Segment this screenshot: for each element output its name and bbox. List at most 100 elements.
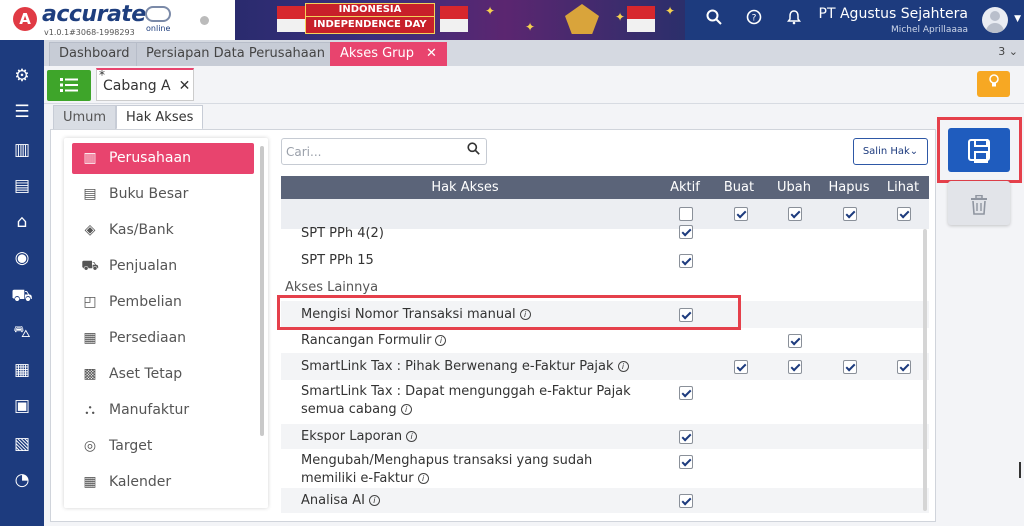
permission-checkbox[interactable] xyxy=(788,334,802,348)
category-label: Pembelian xyxy=(109,294,182,310)
app-logo[interactable]: A accurate online v1.0.1#3068-1998293 xyxy=(0,0,235,40)
permission-checkbox[interactable] xyxy=(897,360,911,374)
tab-umum[interactable]: Umum xyxy=(53,105,117,130)
bell-icon[interactable] xyxy=(783,9,805,31)
header-aktif: Aktif xyxy=(670,180,700,195)
ledger-icon[interactable]: ☰ xyxy=(10,100,34,124)
flag-icon xyxy=(440,6,468,32)
close-icon[interactable]: ✕ xyxy=(426,46,437,61)
select-all-checkbox[interactable] xyxy=(734,207,748,221)
category-scrollbar[interactable] xyxy=(260,146,264,436)
permission-checkbox[interactable] xyxy=(734,360,748,374)
category-persediaan[interactable]: ▦ Persediaan xyxy=(72,323,254,354)
info-icon[interactable]: i xyxy=(417,473,429,484)
purchase-cart-icon[interactable]: ⛍ xyxy=(10,320,34,344)
select-all-checkbox[interactable] xyxy=(843,207,857,221)
save-button[interactable] xyxy=(948,128,1010,172)
permission-checkbox[interactable] xyxy=(679,308,693,322)
row-label-text: Analisa AI xyxy=(301,493,365,508)
main-tab-bar: Dashboard Persiapan Data Perusahaan Akse… xyxy=(44,40,1024,66)
row-label: Akses Lainnya xyxy=(285,279,635,297)
table-scrollbar[interactable] xyxy=(923,229,927,511)
select-all-checkbox[interactable] xyxy=(897,207,911,221)
help-icon[interactable]: ? xyxy=(743,9,765,31)
category-buku-besar[interactable]: ▤ Buku Besar xyxy=(72,179,254,210)
table-row: Analisa AI i xyxy=(281,488,929,513)
banner-title: INDONESIA INDEPENDENCE DAY xyxy=(305,3,435,34)
category-kalender[interactable]: ▦ Kalender xyxy=(72,467,254,498)
permission-checkbox[interactable] xyxy=(679,430,693,444)
cart-icon[interactable]: ⛟ xyxy=(10,284,34,308)
category-manufaktur[interactable]: ⛬ Manufaktur xyxy=(72,395,254,426)
table-section-header: Akses Lainnya xyxy=(281,274,929,301)
header-actions: ? PT Agustus Sejahtera Michel Aprillaaaa… xyxy=(685,0,1024,40)
category-label: Perusahaan xyxy=(109,150,191,166)
bank-icon[interactable]: ⌂ xyxy=(10,210,34,234)
salin-hak-button[interactable]: Salin Hak⌄ xyxy=(853,138,928,165)
category-kas-bank[interactable]: ◈ Kas/Bank xyxy=(72,215,254,246)
list-button[interactable] xyxy=(47,70,91,101)
building-icon: ▥ xyxy=(83,150,97,166)
conveyor-icon[interactable]: ▣ xyxy=(10,394,34,418)
money-bag-icon[interactable]: ◉ xyxy=(10,246,34,270)
select-all-checkbox[interactable] xyxy=(788,207,802,221)
info-icon[interactable]: i xyxy=(617,361,629,372)
category-target[interactable]: ◎ Target xyxy=(72,431,254,462)
tab-persiapan-data[interactable]: Persiapan Data Perusahaan xyxy=(136,42,335,66)
search-icon[interactable] xyxy=(467,142,480,159)
search-input[interactable] xyxy=(286,142,456,161)
tab-cabang-a[interactable]: * Cabang A ✕ xyxy=(96,68,194,101)
building-icon[interactable]: ▥ xyxy=(10,138,34,162)
category-list: ▥ Perusahaan ▤ Buku Besar ◈ Kas/Bank ⛟ Penju… xyxy=(64,138,268,508)
info-icon[interactable]: i xyxy=(400,404,412,415)
tab-akses-grup[interactable]: Akses Grup ✕ xyxy=(330,42,447,66)
header-lihat: Lihat xyxy=(886,180,920,195)
row-label-text: SmartLink Tax : Pihak Berwenang e-Faktur… xyxy=(301,359,614,374)
tab-count[interactable]: 3 ⌄ xyxy=(998,45,1018,58)
search-icon[interactable] xyxy=(703,9,725,31)
status-dot xyxy=(200,16,209,25)
permission-checkbox[interactable] xyxy=(679,254,693,268)
select-all-checkbox[interactable] xyxy=(679,207,693,221)
row-label-text: SmartLink Tax : Dapat mengunggah e-Faktu… xyxy=(301,384,631,417)
delete-button[interactable] xyxy=(948,181,1010,225)
info-icon[interactable]: i xyxy=(406,431,418,442)
avatar[interactable] xyxy=(982,7,1008,33)
category-pembelian[interactable]: ◰ Pembelian xyxy=(72,287,254,318)
hak-akses-panel: ▥ Perusahaan ▤ Buku Besar ◈ Kas/Bank ⛟ Penju… xyxy=(50,129,936,522)
ledger-icon: ▤ xyxy=(83,186,97,202)
category-perusahaan[interactable]: ▥ Perusahaan xyxy=(72,143,254,174)
permission-checkbox[interactable] xyxy=(679,386,693,400)
row-label-text: Rancangan Formulir xyxy=(301,333,432,348)
unsaved-marker: * xyxy=(99,68,105,82)
info-icon[interactable]: i xyxy=(519,309,531,320)
report-icon[interactable]: ▦ xyxy=(10,358,34,382)
row-label: Ekspor Laporan i xyxy=(301,428,651,446)
subtab-label: Cabang A xyxy=(103,78,171,94)
permission-checkbox[interactable] xyxy=(679,225,693,239)
category-label: Kalender xyxy=(109,474,172,490)
book-icon[interactable]: ▤ xyxy=(10,174,34,198)
category-penjualan[interactable]: ⛟ Penjualan xyxy=(72,251,254,282)
chevron-down-icon[interactable]: ▼ xyxy=(1014,14,1021,24)
gear-icon[interactable]: ⚙ xyxy=(10,64,34,88)
tax-icon[interactable]: ▧ xyxy=(10,432,34,456)
tab-hak-akses[interactable]: Hak Akses xyxy=(116,105,204,130)
row-label: Analisa AI i xyxy=(301,492,651,510)
permission-checkbox[interactable] xyxy=(843,360,857,374)
info-icon[interactable]: i xyxy=(368,495,380,506)
tab-dashboard[interactable]: Dashboard xyxy=(49,42,140,66)
asset-icon: ▩ xyxy=(83,366,97,382)
trash-icon xyxy=(971,194,987,215)
company-name[interactable]: PT Agustus Sejahtera xyxy=(819,6,968,22)
permission-checkbox[interactable] xyxy=(679,494,693,508)
chart-icon[interactable]: ◔ xyxy=(10,468,34,492)
close-icon[interactable]: ✕ xyxy=(179,78,191,94)
info-icon[interactable]: i xyxy=(435,335,447,346)
lightbulb-icon[interactable] xyxy=(977,71,1010,97)
table-row: SmartLink Tax : Dapat mengunggah e-Faktu… xyxy=(281,380,929,424)
category-aset-tetap[interactable]: ▩ Aset Tetap xyxy=(72,359,254,390)
permission-checkbox[interactable] xyxy=(788,360,802,374)
permission-checkbox[interactable] xyxy=(679,455,693,469)
row-label: SmartLink Tax : Pihak Berwenang e-Faktur… xyxy=(301,358,651,376)
